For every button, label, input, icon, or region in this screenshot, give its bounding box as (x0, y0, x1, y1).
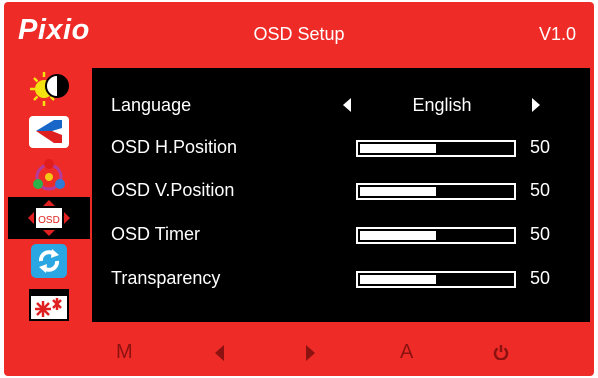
osd-v-position-label: OSD V.Position (111, 180, 235, 200)
menu-button[interactable]: M (116, 341, 133, 364)
osd-header: Pixio OSD Setup V1.0 (4, 2, 594, 64)
osd-timer-row[interactable]: OSD Timer 50 (92, 219, 590, 249)
sidebar-item-color[interactable] (8, 154, 90, 196)
arrow-right-icon[interactable] (532, 98, 540, 112)
osd-window: Pixio OSD Setup V1.0 OSD Language Englis… (4, 2, 594, 376)
brightness-contrast-icon (30, 72, 69, 106)
power-button[interactable] (493, 344, 509, 360)
slider-fill (360, 144, 436, 153)
slider-fill (360, 275, 436, 284)
slider-fill (360, 231, 436, 240)
transparency-value: 50 (530, 268, 551, 288)
osd-h-position-row[interactable]: OSD H.Position 50 (92, 132, 590, 162)
left-button[interactable] (215, 345, 224, 361)
osd-v-position-row[interactable]: OSD V.Position 50 (92, 175, 590, 205)
slider-fill (360, 187, 436, 196)
language-label: Language (111, 95, 192, 115)
language-value: English (412, 95, 472, 115)
misc-settings-icon (29, 289, 69, 321)
picture-icon (29, 116, 69, 148)
sidebar-item-brightness[interactable] (8, 68, 90, 110)
osd-timer-label: OSD Timer (111, 224, 201, 244)
osd-timer-slider[interactable] (356, 227, 516, 244)
osd-icon: OSD (28, 200, 70, 236)
version-label: V1.0 (538, 24, 576, 44)
language-row[interactable]: Language English (92, 90, 590, 120)
osd-h-position-slider[interactable] (356, 140, 516, 157)
osd-v-position-slider[interactable] (356, 183, 516, 200)
reset-icon (31, 244, 67, 278)
transparency-label: Transparency (111, 268, 221, 288)
arrow-left-icon[interactable] (343, 98, 351, 112)
sidebar-item-picture[interactable] (8, 111, 90, 153)
footer-buttons: M A (4, 326, 594, 376)
page-title: OSD Setup (253, 24, 345, 44)
auto-button[interactable]: A (400, 341, 413, 364)
sidebar-item-misc[interactable] (8, 283, 90, 325)
osd-v-position-value: 50 (530, 180, 551, 200)
svg-text:OSD: OSD (38, 215, 60, 226)
sidebar-item-reset[interactable] (8, 240, 90, 282)
osd-h-position-value: 50 (530, 137, 551, 157)
transparency-slider[interactable] (356, 271, 516, 288)
color-icon (33, 159, 65, 191)
sidebar: OSD (8, 68, 90, 322)
osd-h-position-label: OSD H.Position (111, 137, 238, 157)
settings-panel: Language English OSD H.Position 50 OSD V… (92, 68, 590, 322)
right-button[interactable] (306, 345, 315, 361)
transparency-row[interactable]: Transparency 50 (92, 263, 590, 293)
osd-timer-value: 50 (530, 224, 551, 244)
sidebar-item-osd[interactable]: OSD (8, 197, 90, 239)
